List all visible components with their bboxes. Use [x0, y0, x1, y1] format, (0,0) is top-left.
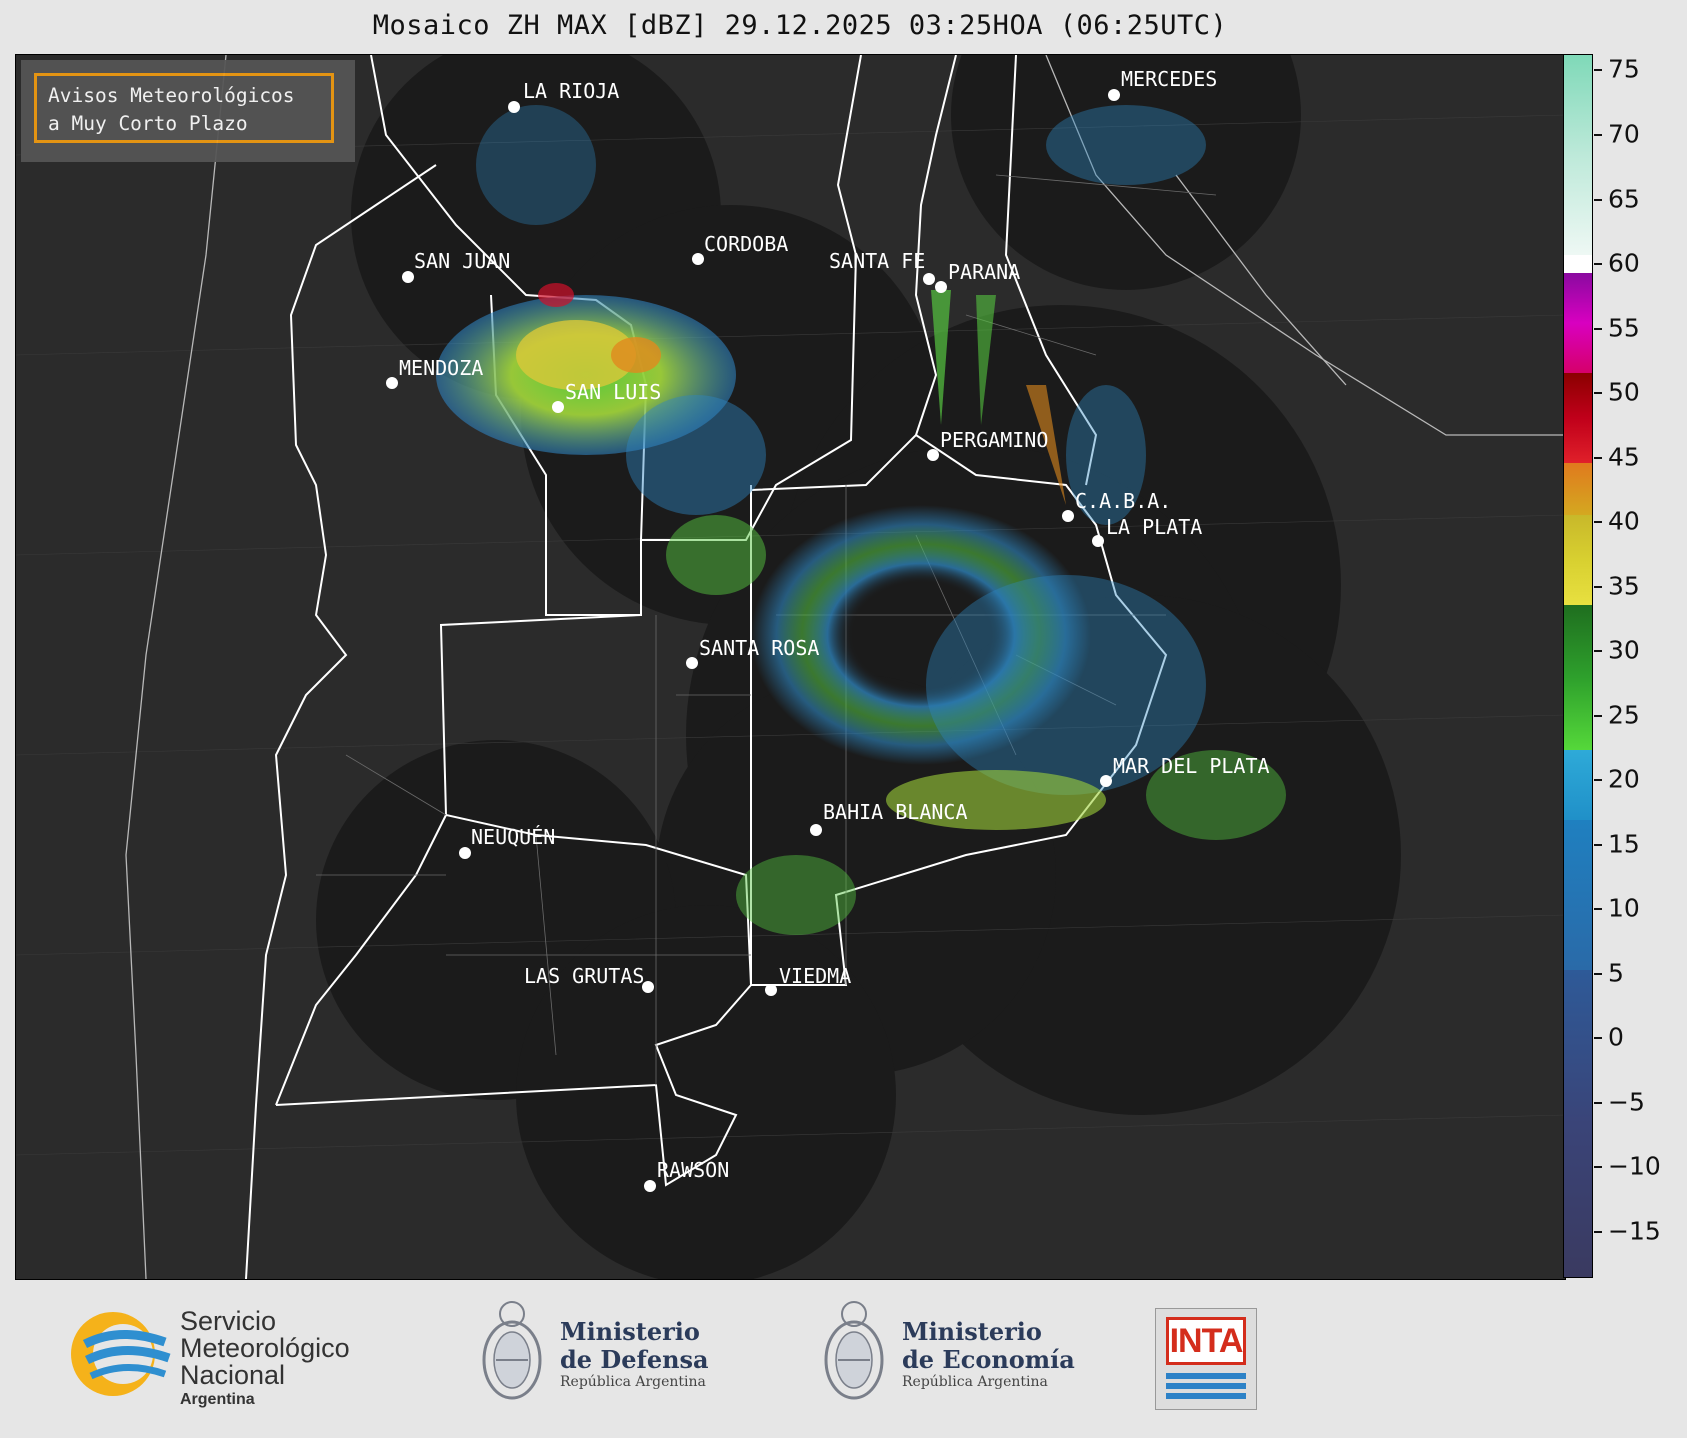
- city-label: LA RIOJA: [523, 79, 619, 103]
- inta-stripe: [1166, 1393, 1246, 1399]
- dbz-colorbar: [1563, 54, 1593, 1278]
- city-label: VIEDMA: [779, 964, 851, 988]
- colorbar-tick-label: 20: [1608, 764, 1640, 794]
- inta-stripe: [1166, 1373, 1246, 1379]
- economia-line-2: de Economía: [902, 1345, 1075, 1374]
- economia-logo[interactable]: Ministerio de Economía República Argenti…: [820, 1296, 1080, 1416]
- colorbar-tick-label: 65: [1608, 184, 1640, 214]
- city-label: NEUQUÉN: [471, 825, 555, 849]
- city-label: MERCEDES: [1121, 67, 1217, 91]
- inta-wordmark: INTA: [1166, 1317, 1246, 1365]
- city-label: LA PLATA: [1106, 515, 1202, 539]
- smn-line-4: Argentina: [180, 1391, 255, 1408]
- colorbar-tick-label: 30: [1608, 635, 1640, 665]
- colorbar-tick-label: 25: [1608, 700, 1640, 730]
- radar-map-canvas: LA RIOJA SAN JUAN CORDOBA SANTA FE PARAN…: [16, 55, 1565, 1279]
- radar-map[interactable]: LA RIOJA SAN JUAN CORDOBA SANTA FE PARAN…: [15, 54, 1566, 1280]
- economia-line-3: República Argentina: [902, 1374, 1048, 1390]
- colorbar-ticks: 75 70 65 60 55 50 45 40 35 30 25 20 15 1…: [1594, 54, 1687, 1278]
- smn-swirl-icon: [71, 1312, 171, 1396]
- inta-logo[interactable]: INTA: [1155, 1308, 1257, 1410]
- defensa-logo[interactable]: Ministerio de Defensa República Argentin…: [478, 1296, 718, 1416]
- colorbar-tick-label: 60: [1608, 248, 1640, 278]
- smn-line-3: Nacional: [180, 1360, 286, 1390]
- city-label: C.A.B.A.: [1075, 489, 1171, 513]
- city-label: MAR DEL PLATA: [1113, 754, 1270, 778]
- colorbar-tick-label: 50: [1608, 377, 1640, 407]
- colorbar-tick-label: 10: [1608, 893, 1640, 923]
- city-label: BAHIA BLANCA: [823, 800, 968, 824]
- colorbar-tick-label: 15: [1608, 829, 1640, 859]
- economia-line-1: Ministerio: [902, 1317, 1042, 1346]
- defensa-line-2: de Defensa: [560, 1345, 709, 1374]
- colorbar-tick-label: 0: [1608, 1022, 1624, 1052]
- city-label: PERGAMINO: [940, 428, 1048, 452]
- avisos-panel[interactable]: Avisos Meteorológicos a Muy Corto Plazo: [21, 60, 355, 162]
- colorbar-tick-label: 45: [1608, 442, 1640, 472]
- inta-stripe: [1166, 1383, 1246, 1389]
- city-label: LAS GRUTAS: [524, 964, 644, 988]
- colorbar-tick-label: −10: [1608, 1151, 1661, 1181]
- city-label: CORDOBA: [704, 232, 788, 256]
- colorbar-tick-label: 75: [1608, 54, 1640, 84]
- avisos-link-box[interactable]: Avisos Meteorológicos a Muy Corto Plazo: [34, 73, 334, 143]
- sponsor-logos: Servicio Meteorológico Nacional Argentin…: [0, 1290, 1687, 1438]
- smn-logo[interactable]: Servicio Meteorológico Nacional Argentin…: [65, 1306, 405, 1408]
- colorbar-tick-label: 70: [1608, 119, 1640, 149]
- colorbar-tick-label: 55: [1608, 313, 1640, 343]
- coat-of-arms-icon: [824, 1301, 884, 1400]
- colorbar-tick-label: −15: [1608, 1216, 1661, 1246]
- colorbar-tick-label: 5: [1608, 958, 1624, 988]
- defensa-line-1: Ministerio: [560, 1317, 700, 1346]
- avisos-line-1: Avisos Meteorológicos: [48, 84, 295, 107]
- city-label: SANTA FE: [829, 249, 925, 273]
- colorbar-tick-label: −5: [1608, 1087, 1645, 1117]
- smn-line-2: Meteorológico: [180, 1333, 350, 1363]
- smn-line-1: Servicio: [180, 1306, 277, 1336]
- city-label: RAWSON: [657, 1158, 729, 1182]
- colorbar-tick-label: 40: [1608, 506, 1640, 536]
- map-title: Mosaico ZH MAX [dBZ] 29.12.2025 03:25HOA…: [372, 10, 1228, 41]
- city-label: PARANA: [948, 260, 1020, 284]
- defensa-line-3: República Argentina: [560, 1374, 706, 1390]
- coat-of-arms-icon: [482, 1301, 542, 1400]
- city-label: SAN LUIS: [565, 380, 661, 404]
- city-label: MENDOZA: [399, 356, 483, 380]
- avisos-line-2: a Muy Corto Plazo: [48, 112, 248, 135]
- city-label: SANTA ROSA: [699, 636, 819, 660]
- colorbar-tick-label: 35: [1608, 571, 1640, 601]
- city-label: SAN JUAN: [414, 249, 510, 273]
